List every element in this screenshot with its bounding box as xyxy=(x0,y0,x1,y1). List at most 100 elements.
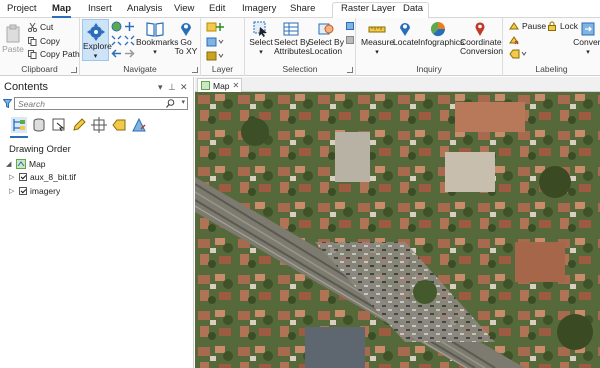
ribbon: Paste Cut Copy Copy Path Clipboard Explo… xyxy=(0,18,600,76)
attributes-small-button[interactable] xyxy=(346,22,354,30)
layer-name: imagery xyxy=(30,186,61,196)
locate-button[interactable]: Locate xyxy=(393,21,419,47)
tab-share[interactable]: Share xyxy=(290,3,315,14)
fixed-zoom-in-button[interactable] xyxy=(124,21,135,34)
measure-button[interactable]: Measure ▾ xyxy=(361,21,394,57)
layer-visibility-checkbox[interactable] xyxy=(19,173,27,181)
label-tag-view-icon xyxy=(112,119,126,131)
drawing-order-view-button[interactable] xyxy=(11,117,27,133)
label-options-button[interactable] xyxy=(509,49,527,61)
tab-analysis[interactable]: Analysis xyxy=(127,3,162,14)
layer-preset-icon xyxy=(206,51,224,61)
copy-icon xyxy=(28,36,37,46)
locate-icon xyxy=(400,23,410,36)
full-extent-button[interactable] xyxy=(111,21,122,34)
pause-icon xyxy=(509,22,519,30)
layer-name: aux_8_bit.tif xyxy=(30,172,76,182)
zoom-extent-icon xyxy=(111,35,122,46)
selection-view-button[interactable] xyxy=(51,117,67,133)
layer-item-aux[interactable]: ▷ aux_8_bit.tif xyxy=(9,172,76,182)
inquiry-group: Measure ▾ Locate Infographics Coordinate C… xyxy=(356,18,503,76)
search-placeholder: Search xyxy=(18,99,45,109)
charts-view-button[interactable] xyxy=(131,117,147,133)
contents-search-input[interactable]: Search ▾ xyxy=(14,97,188,110)
add-data-button[interactable] xyxy=(206,22,224,34)
ribbon-tab-bar: Project Map Insert Analysis View Edit Im… xyxy=(0,0,600,18)
table-select-icon xyxy=(283,22,299,36)
labeling-view-button[interactable] xyxy=(111,117,127,133)
layer-item-imagery[interactable]: ▷ imagery xyxy=(9,186,60,196)
pause-labeling-button[interactable]: Pause xyxy=(509,21,546,31)
clipboard-group-label: Clipboard xyxy=(21,64,58,74)
map-view-tab[interactable]: Map ✕ xyxy=(197,78,242,92)
go-to-xy-button[interactable]: Go To XY xyxy=(174,21,198,56)
select-button[interactable]: Select ▾ xyxy=(248,21,274,57)
forward-button[interactable] xyxy=(124,49,135,60)
add-data-icon xyxy=(206,22,224,32)
map-node-label: Map xyxy=(29,159,46,169)
tab-insert[interactable]: Insert xyxy=(88,3,112,14)
snapping-icon xyxy=(91,117,107,133)
cut-label: Cut xyxy=(40,22,54,32)
inquiry-group-label: Inquiry xyxy=(416,64,442,74)
go-to-xy-label-2: To XY xyxy=(174,46,198,56)
pause-label: Pause xyxy=(522,21,547,31)
map-canvas[interactable] xyxy=(195,92,600,368)
convert-button[interactable]: Convert ▾ xyxy=(571,21,600,57)
map-node[interactable]: ◢ Map xyxy=(6,159,46,169)
bookmarks-button[interactable]: Bookmarks ▾ xyxy=(136,21,179,57)
select-by-location-button[interactable]: Select By Location xyxy=(308,21,344,56)
clipboard-dialog-launcher[interactable] xyxy=(71,67,77,73)
editing-view-button[interactable] xyxy=(71,117,87,133)
collapse-chevron-icon[interactable]: ◢ xyxy=(6,160,13,168)
clear-selection-button[interactable] xyxy=(346,36,354,44)
map-tab-icon xyxy=(201,81,210,90)
fixed-zoom-out-button[interactable] xyxy=(124,35,135,48)
filter-icon[interactable] xyxy=(2,99,13,110)
back-button[interactable] xyxy=(111,49,122,60)
tab-map[interactable]: Map xyxy=(52,3,71,18)
copy-path-button[interactable]: Copy Path xyxy=(28,49,80,59)
add-preset-button[interactable] xyxy=(206,51,224,63)
copy-label: Copy xyxy=(40,36,60,46)
paste-button[interactable]: Paste xyxy=(2,24,24,54)
cut-button[interactable]: Cut xyxy=(28,22,53,32)
expand-chevron-icon[interactable]: ▷ xyxy=(9,173,16,181)
select-by-attributes-label-2: Attributes xyxy=(274,46,310,56)
selection-view-icon xyxy=(52,118,65,132)
close-map-tab-icon[interactable]: ✕ xyxy=(233,81,240,90)
tab-data[interactable]: Data xyxy=(403,3,423,14)
copy-path-label: Copy Path xyxy=(40,49,80,59)
close-icon[interactable]: ✕ xyxy=(180,82,188,93)
pane-options-chevron-icon[interactable]: ▾ xyxy=(158,82,163,93)
explore-button[interactable]: Explore ▾ xyxy=(82,19,112,61)
selection-group: Select ▾ Select By Attributes Select By Loc… xyxy=(245,18,356,76)
layer-visibility-checkbox[interactable] xyxy=(19,187,27,195)
view-unplaced-button[interactable] xyxy=(509,35,519,47)
selection-dialog-launcher[interactable] xyxy=(347,67,353,73)
coordinate-conversion-button[interactable]: Coordinate Conversion xyxy=(460,21,503,56)
pin-icon[interactable]: ⊥ xyxy=(168,82,176,93)
arrow-right-icon xyxy=(125,49,135,58)
expand-chevron-icon[interactable]: ▷ xyxy=(9,187,16,195)
tab-view[interactable]: View xyxy=(174,3,194,14)
tab-raster-layer[interactable]: Raster Layer xyxy=(341,3,395,14)
tab-project[interactable]: Project xyxy=(7,3,37,14)
map-icon xyxy=(16,159,26,169)
select-by-attributes-button[interactable]: Select By Attributes xyxy=(274,21,310,56)
search-icon[interactable] xyxy=(166,99,175,110)
explore-label: Explore xyxy=(83,41,112,51)
previous-extent-button[interactable] xyxy=(111,35,122,48)
convert-icon xyxy=(581,22,595,36)
data-source-view-button[interactable] xyxy=(31,117,47,133)
copy-button[interactable]: Copy xyxy=(28,36,60,46)
infographics-button[interactable]: Infographics xyxy=(418,21,464,47)
tab-edit[interactable]: Edit xyxy=(209,3,225,14)
basemap-button[interactable] xyxy=(206,37,224,49)
navigate-dialog-launcher[interactable] xyxy=(192,67,198,73)
snapping-view-button[interactable] xyxy=(91,117,107,133)
search-dropdown-chevron-icon[interactable]: ▾ xyxy=(181,98,185,106)
tab-imagery[interactable]: Imagery xyxy=(242,3,276,14)
ruler-icon xyxy=(368,26,386,33)
label-x-icon xyxy=(509,36,519,45)
